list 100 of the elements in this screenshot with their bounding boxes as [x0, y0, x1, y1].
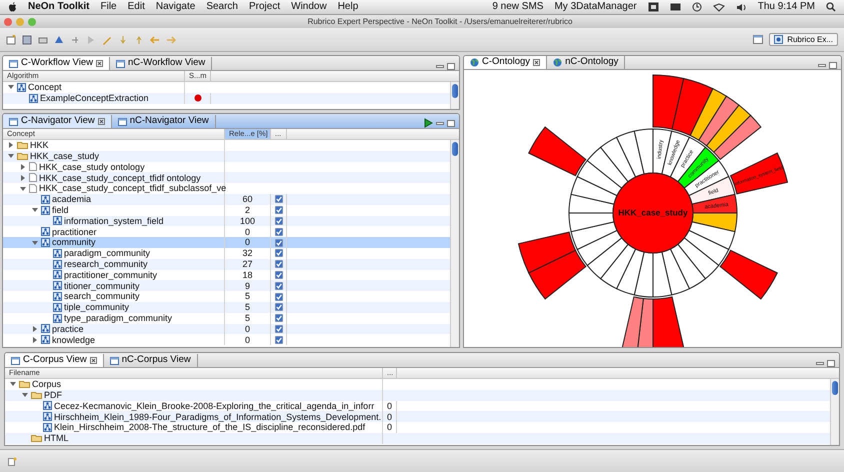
node-label[interactable]: Corpus — [32, 379, 62, 390]
status-menu-item[interactable]: My 3DataManager — [554, 1, 637, 13]
checkbox[interactable] — [274, 206, 282, 214]
node-label[interactable]: academia — [52, 194, 92, 205]
tree-row[interactable]: tiple_community 5 — [3, 302, 450, 313]
checkbox[interactable] — [274, 336, 282, 344]
ring-segment[interactable] — [633, 251, 653, 298]
scrollbar[interactable] — [450, 82, 459, 109]
menu-item[interactable]: Project — [249, 1, 280, 13]
node-label[interactable]: HKK_case_study — [30, 151, 100, 162]
outer-segment[interactable] — [698, 96, 739, 146]
tree-row[interactable]: research_community 27 — [3, 258, 450, 270]
checkbox[interactable] — [274, 216, 282, 225]
tree-row[interactable]: knowledge 0 — [3, 334, 450, 346]
ring-segment[interactable] — [660, 248, 690, 296]
tree-row[interactable]: HTML — [5, 432, 830, 444]
view-tab[interactable]: C-Corpus View — [5, 354, 104, 367]
node-label[interactable]: ExampleConceptExtraction — [40, 93, 149, 104]
menu-item[interactable]: Edit — [128, 1, 145, 13]
open-perspective-icon[interactable] — [753, 35, 764, 44]
checkbox[interactable] — [274, 292, 282, 301]
fast-view-icon[interactable] — [8, 456, 17, 466]
view-tab[interactable]: nC-Corpus View — [104, 354, 198, 367]
node-label[interactable]: Klein_Hirschheim_2008-The_structure_of_the_IS_discipline_reconsidered.pdf — [54, 422, 366, 433]
node-label[interactable]: paradigm_community — [64, 248, 150, 259]
node-label[interactable]: titioner_community — [64, 280, 140, 291]
wifi-icon[interactable] — [712, 2, 725, 12]
tree-row[interactable]: HKK_case_study — [3, 150, 450, 162]
maximize-icon[interactable] — [447, 63, 455, 70]
tree-row[interactable]: ExampleConceptExtraction — [3, 92, 450, 104]
tree-row[interactable]: Hirschheim_Klein_1989-Four_Paradigms_of_Information_Systems_Development. 0 — [5, 411, 830, 422]
maximize-icon[interactable] — [447, 120, 455, 126]
ring-segment[interactable] — [568, 194, 614, 214]
outer-segment[interactable] — [706, 104, 751, 153]
outer-segment[interactable] — [730, 152, 788, 194]
clock-icon[interactable] — [692, 2, 702, 12]
ring-segment[interactable] — [576, 230, 622, 266]
checkbox[interactable] — [274, 195, 282, 204]
outer-segment[interactable] — [652, 74, 684, 130]
close-icon[interactable] — [90, 357, 97, 364]
checkbox[interactable] — [274, 324, 282, 333]
tree-row[interactable]: titioner_community 9 — [3, 280, 450, 292]
view-tab[interactable]: nC-Workflow View — [110, 57, 212, 70]
maximize-icon[interactable] — [829, 62, 837, 69]
ring-segment[interactable] — [691, 212, 737, 232]
node-label[interactable]: research_community — [64, 258, 148, 270]
view-tab[interactable]: nC-Ontology — [547, 56, 626, 69]
scrollbar[interactable] — [830, 379, 839, 445]
maximize-icon[interactable] — [827, 360, 835, 367]
print-icon[interactable] — [38, 34, 48, 44]
tree-row[interactable]: community 0 — [3, 237, 450, 248]
outer-segment[interactable] — [636, 298, 653, 347]
ring-segment[interactable] — [570, 176, 617, 205]
checkbox[interactable] — [274, 303, 282, 312]
outer-segment[interactable] — [528, 126, 586, 176]
expand-arrow[interactable] — [21, 174, 25, 181]
close-button[interactable] — [4, 18, 12, 26]
tree-row[interactable]: academia 60 — [3, 194, 450, 205]
display-icon[interactable] — [670, 2, 681, 12]
view-tab[interactable]: C-Workflow View — [3, 57, 110, 70]
outer-segment[interactable] — [528, 250, 586, 300]
outer-segment[interactable] — [518, 232, 576, 274]
ring-segment[interactable] — [568, 212, 614, 232]
scrollbar[interactable] — [450, 140, 459, 347]
checkbox[interactable] — [274, 270, 282, 279]
outer-segment[interactable] — [689, 88, 726, 141]
expand-arrow[interactable] — [33, 326, 37, 332]
menu-item[interactable]: Search — [206, 1, 238, 13]
app-status-icon[interactable] — [648, 2, 659, 12]
ring-segment[interactable] — [652, 251, 672, 298]
outer-segment[interactable] — [621, 296, 644, 347]
app-menu[interactable]: NeOn Toolkit — [28, 1, 90, 13]
view-tab[interactable]: C-Ontology — [464, 56, 548, 69]
save-icon[interactable] — [22, 34, 32, 44]
node-label[interactable]: search_community — [64, 291, 140, 302]
view-tab[interactable]: nC-Navigator View — [112, 115, 216, 128]
perspective-button[interactable]: Rubrico Ex... — [769, 32, 838, 46]
tree-row[interactable]: information_system_field 100 — [3, 216, 450, 226]
ring-segment[interactable] — [600, 136, 636, 182]
new-file-icon[interactable] — [6, 34, 16, 44]
menu-item[interactable]: Window — [291, 1, 327, 13]
node-label[interactable]: HKK_case_study_concept_tfidf_subclassof_ve — [39, 183, 226, 194]
node-label[interactable]: practitioner — [52, 226, 97, 237]
node-label[interactable]: HKK_case_study ontology — [39, 162, 145, 172]
search-icon[interactable] — [826, 2, 836, 12]
ring-segment[interactable] — [586, 146, 628, 189]
tree-row[interactable]: HKK_case_study_concept_tfidf ontology — [3, 172, 450, 184]
outer-segment[interactable] — [652, 296, 684, 347]
minimize-icon[interactable] — [436, 63, 444, 70]
outer-segment[interactable] — [719, 250, 778, 300]
tree-row[interactable]: PDF — [5, 390, 830, 401]
node-label[interactable]: field — [52, 205, 69, 216]
ring-segment[interactable] — [688, 221, 735, 250]
run-icon[interactable] — [424, 118, 433, 128]
node-label[interactable]: PDF — [44, 390, 62, 400]
checkbox[interactable] — [274, 228, 282, 236]
node-label[interactable]: practitioner_community — [64, 270, 158, 280]
close-icon[interactable] — [96, 60, 103, 68]
view-tab[interactable]: C-Navigator View — [3, 115, 112, 128]
expand-arrow[interactable] — [33, 336, 37, 343]
